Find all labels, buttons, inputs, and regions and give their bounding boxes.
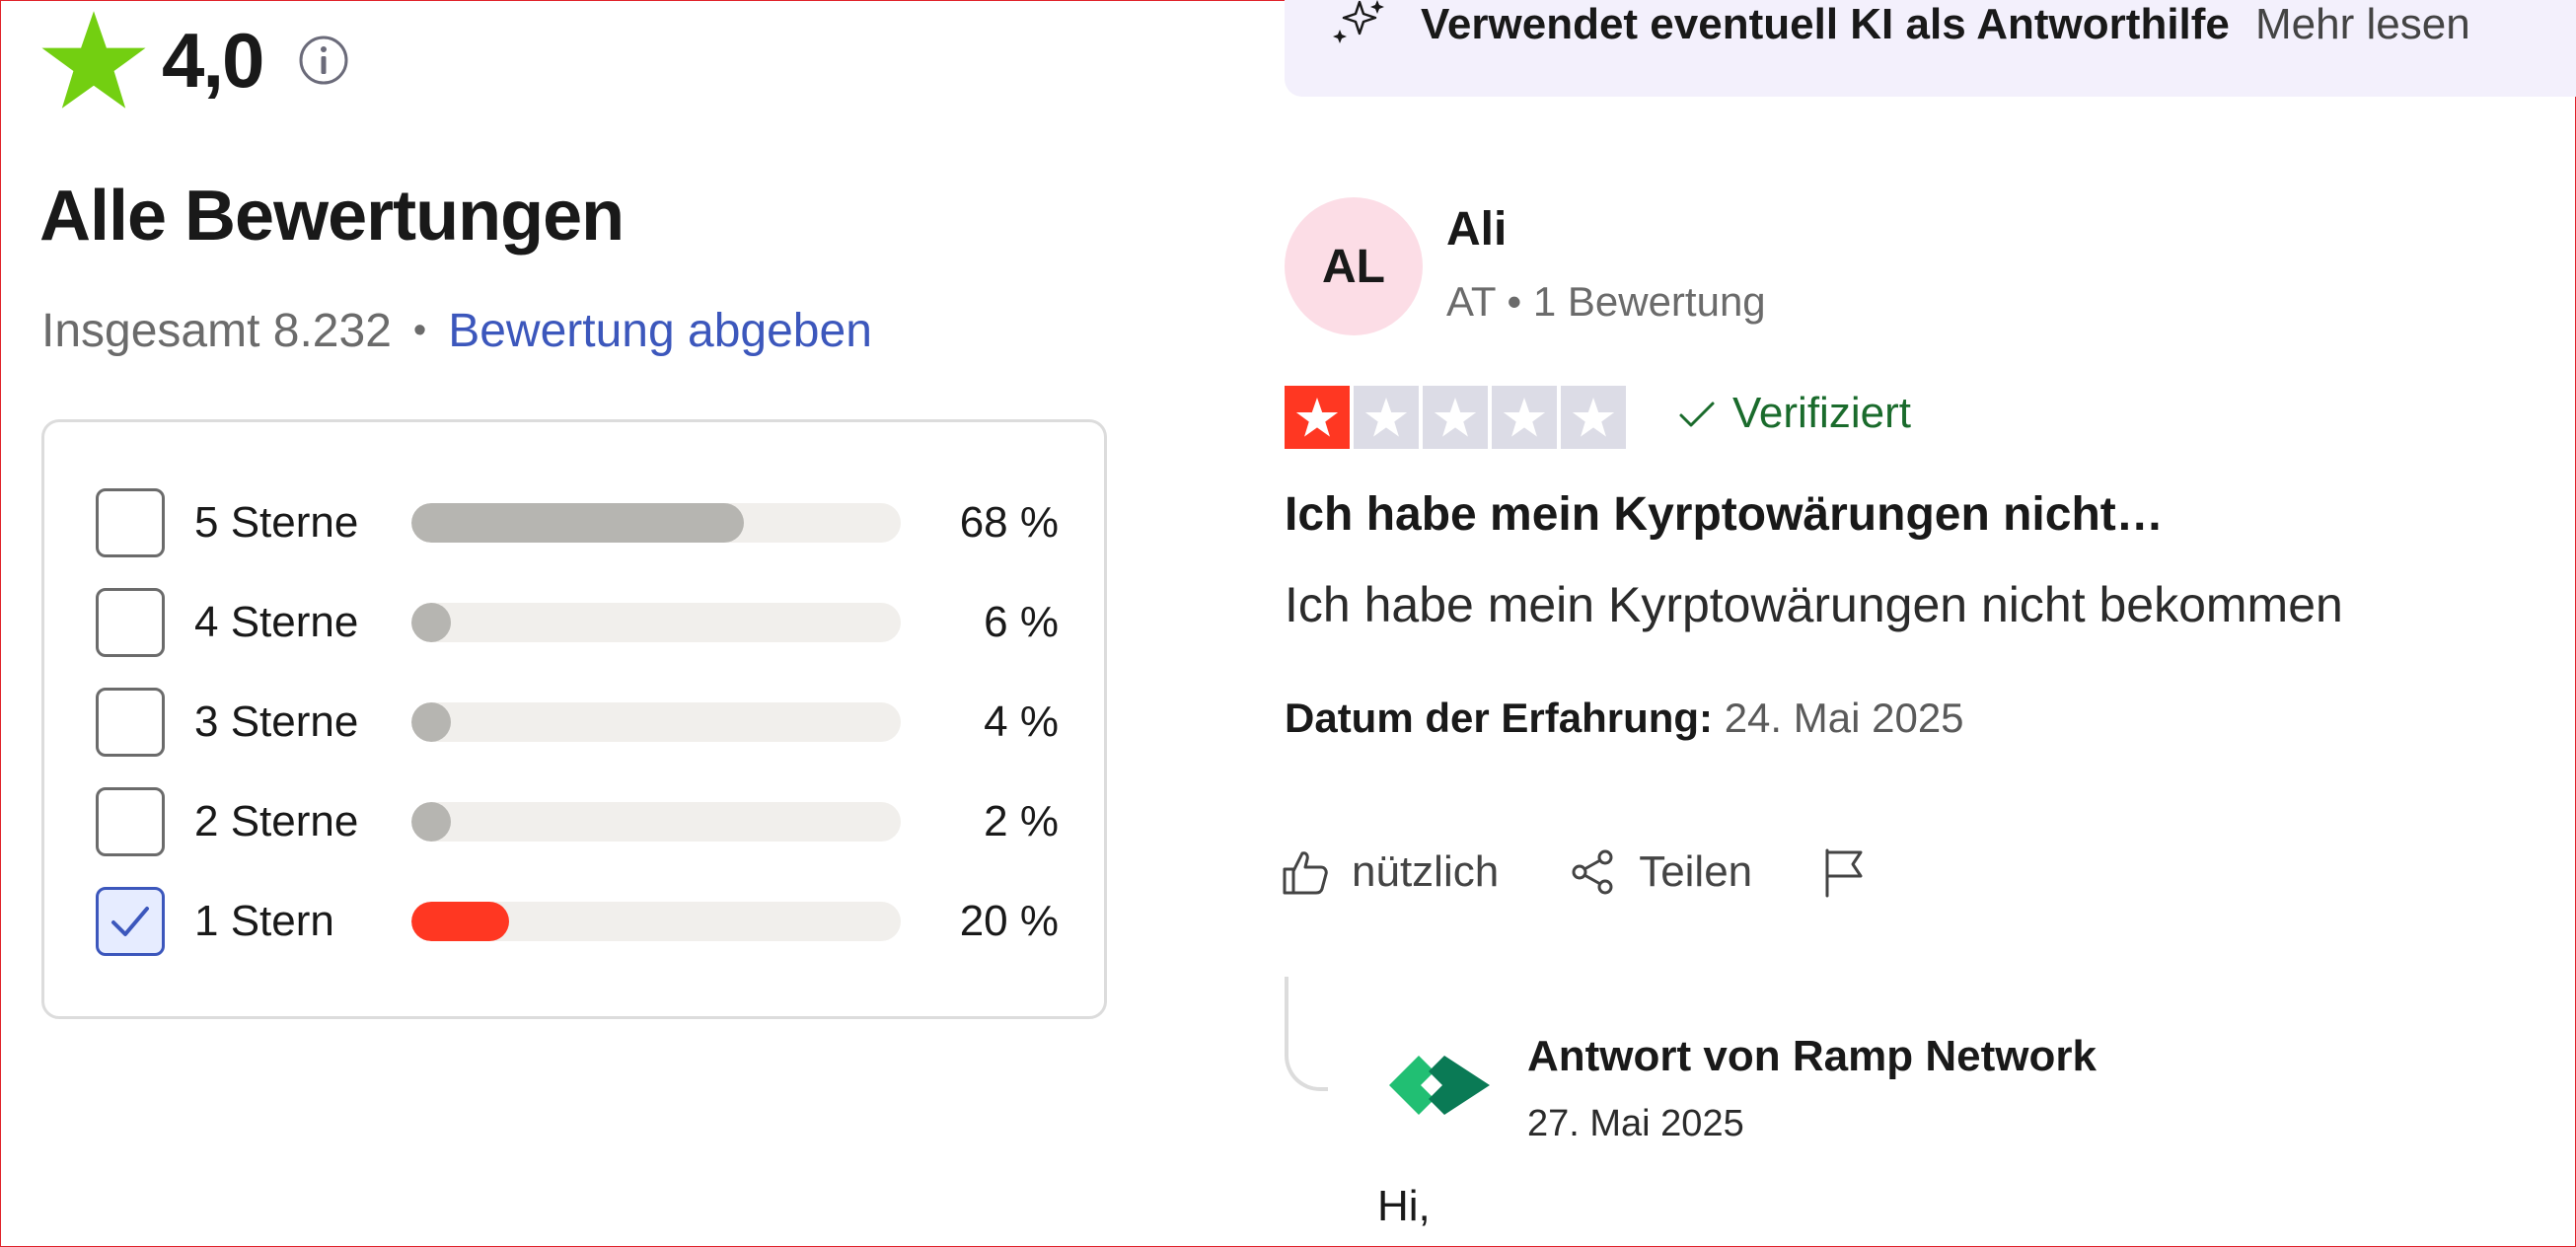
review-total: Insgesamt 8.232 [41, 305, 392, 357]
percent-bar [411, 802, 901, 842]
filter-label: 5 Sterne [194, 498, 359, 547]
reply-text: Hi, [1377, 1182, 1431, 1230]
filter-label: 1 Stern [194, 897, 334, 945]
useful-button[interactable]: nützlich [1281, 847, 1499, 897]
rating-star [1561, 386, 1626, 449]
rating-star [1423, 386, 1488, 449]
review-body: Ich habe mein Kyrptowärungen nicht bekom… [1285, 577, 2343, 632]
filter-row-1[interactable]: 1 Stern 20 % [96, 882, 1082, 961]
ai-notice-banner: Verwendet eventuell KI als Antworthilfe … [1285, 0, 2576, 97]
filter-percent: 20 % [959, 897, 1059, 945]
reply-author: Antwort von Ramp Network [1527, 1032, 2097, 1080]
write-review-link[interactable]: Bewertung abgeben [448, 304, 872, 358]
rating-summary: 4,0 [39, 6, 349, 114]
review-actions: nützlich Teilen [1281, 846, 1959, 898]
star-icon [1503, 397, 1546, 437]
filter-percent: 6 % [984, 598, 1059, 646]
filter-row-2[interactable]: 2 Sterne 2 % [96, 782, 1082, 861]
report-button[interactable] [1821, 846, 1890, 898]
percent-bar [411, 603, 901, 642]
percent-bar [411, 702, 901, 742]
ramp-logo-icon [1389, 1056, 1490, 1115]
reviewer-name[interactable]: Ali [1446, 202, 1507, 257]
review-title[interactable]: Ich habe mein Kyrptowärungen nicht… [1285, 487, 2164, 542]
star-icon [1364, 397, 1408, 437]
reviewer-meta: AT • 1 Bewertung [1446, 278, 1766, 325]
filter-row-5[interactable]: 5 Sterne 68 % [96, 483, 1082, 562]
read-more-link[interactable]: Mehr lesen [2255, 0, 2470, 49]
avatar: AL [1285, 197, 1423, 335]
filter-row-3[interactable]: 3 Sterne 4 % [96, 683, 1082, 762]
reply-connector [1285, 977, 1328, 1091]
filter-percent: 2 % [984, 797, 1059, 845]
share-label: Teilen [1639, 847, 1753, 896]
percent-bar-fill [411, 603, 451, 642]
filter-label: 2 Sterne [194, 797, 359, 845]
rating-star [1354, 386, 1419, 449]
useful-label: nützlich [1352, 847, 1500, 896]
star-icon [1572, 397, 1615, 437]
sparkles-icon [1333, 0, 1384, 43]
checkbox-3-stars[interactable] [96, 688, 165, 757]
checkmark-icon [1679, 402, 1715, 427]
checkbox-5-stars[interactable] [96, 488, 165, 557]
percent-bar-fill [411, 702, 451, 742]
verified-label: Verifiziert [1732, 389, 1911, 437]
rating-star [1285, 386, 1350, 449]
page-title: Alle Bewertungen [39, 177, 625, 256]
checkbox-4-stars[interactable] [96, 588, 165, 657]
share-icon [1572, 849, 1613, 895]
review-star-rating [1285, 386, 1626, 449]
review-total-row: Insgesamt 8.232 • Bewertung abgeben [41, 304, 872, 358]
experience-date-value: 24. Mai 2025 [1713, 695, 1964, 741]
checkbox-1-star[interactable] [96, 887, 165, 956]
percent-bar-fill [411, 902, 510, 941]
separator-dot: • [412, 310, 427, 351]
checkbox-2-stars[interactable] [96, 787, 165, 856]
star-icon [41, 11, 146, 109]
thumbs-up-icon [1283, 851, 1328, 895]
verified-badge[interactable]: Verifiziert [1675, 389, 1911, 438]
percent-bar-fill [411, 503, 745, 543]
filter-label: 4 Sterne [194, 598, 359, 646]
star-icon [1434, 397, 1477, 437]
share-button[interactable]: Teilen [1568, 847, 1752, 897]
filter-percent: 4 % [984, 697, 1059, 746]
trust-score: 4,0 [162, 16, 264, 104]
rating-star [1492, 386, 1557, 449]
filter-label: 3 Sterne [194, 697, 359, 746]
percent-bar-fill [411, 802, 451, 842]
percent-bar [411, 902, 901, 941]
info-icon[interactable] [298, 35, 349, 86]
experience-date-label: Datum der Erfahrung: [1285, 695, 1714, 741]
reply-date: 27. Mai 2025 [1527, 1103, 1744, 1144]
filter-row-4[interactable]: 4 Sterne 6 % [96, 583, 1082, 662]
flag-icon [1825, 848, 1863, 898]
star-icon [1295, 397, 1339, 437]
filter-percent: 68 % [959, 498, 1059, 547]
star-filter-panel: 5 Sterne 68 % 4 Sterne 6 % 3 Sterne 4 % … [41, 419, 1107, 1019]
percent-bar [411, 503, 901, 543]
ai-notice-text: Verwendet eventuell KI als Antworthilfe [1421, 0, 2230, 48]
experience-date: Datum der Erfahrung: 24. Mai 2025 [1285, 695, 1964, 742]
checkmark-icon [111, 907, 149, 936]
